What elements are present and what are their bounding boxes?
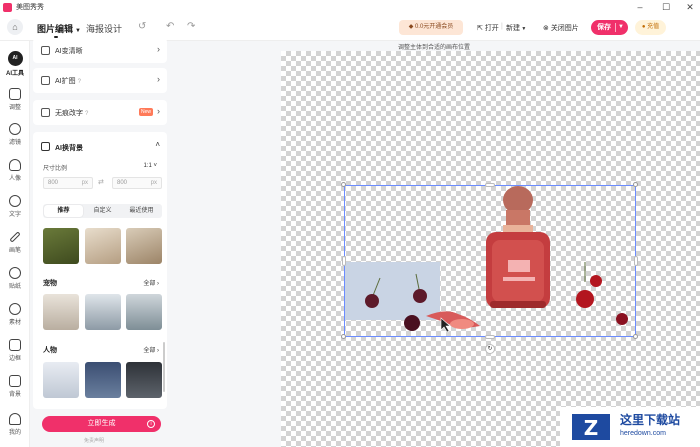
watermark-logo-icon: Z: [572, 414, 610, 440]
rotate-handle-icon[interactable]: ↻: [485, 344, 495, 354]
resize-handle-top[interactable]: [485, 183, 495, 187]
selection-box[interactable]: [344, 185, 636, 337]
resize-handle-top-left[interactable]: [341, 182, 346, 187]
watermark-logo-letter: Z: [584, 416, 599, 440]
watermark-url: heredown.com: [620, 430, 666, 437]
resize-handle-right[interactable]: [634, 256, 638, 266]
resize-handle-bottom-right[interactable]: [633, 334, 638, 339]
resize-handle-bottom[interactable]: [485, 335, 495, 339]
resize-handle-top-right[interactable]: [633, 182, 638, 187]
watermark-title: 这里下载站: [620, 413, 681, 427]
resize-handle-bottom-left[interactable]: [341, 334, 346, 339]
resize-handle-left[interactable]: [342, 256, 346, 266]
